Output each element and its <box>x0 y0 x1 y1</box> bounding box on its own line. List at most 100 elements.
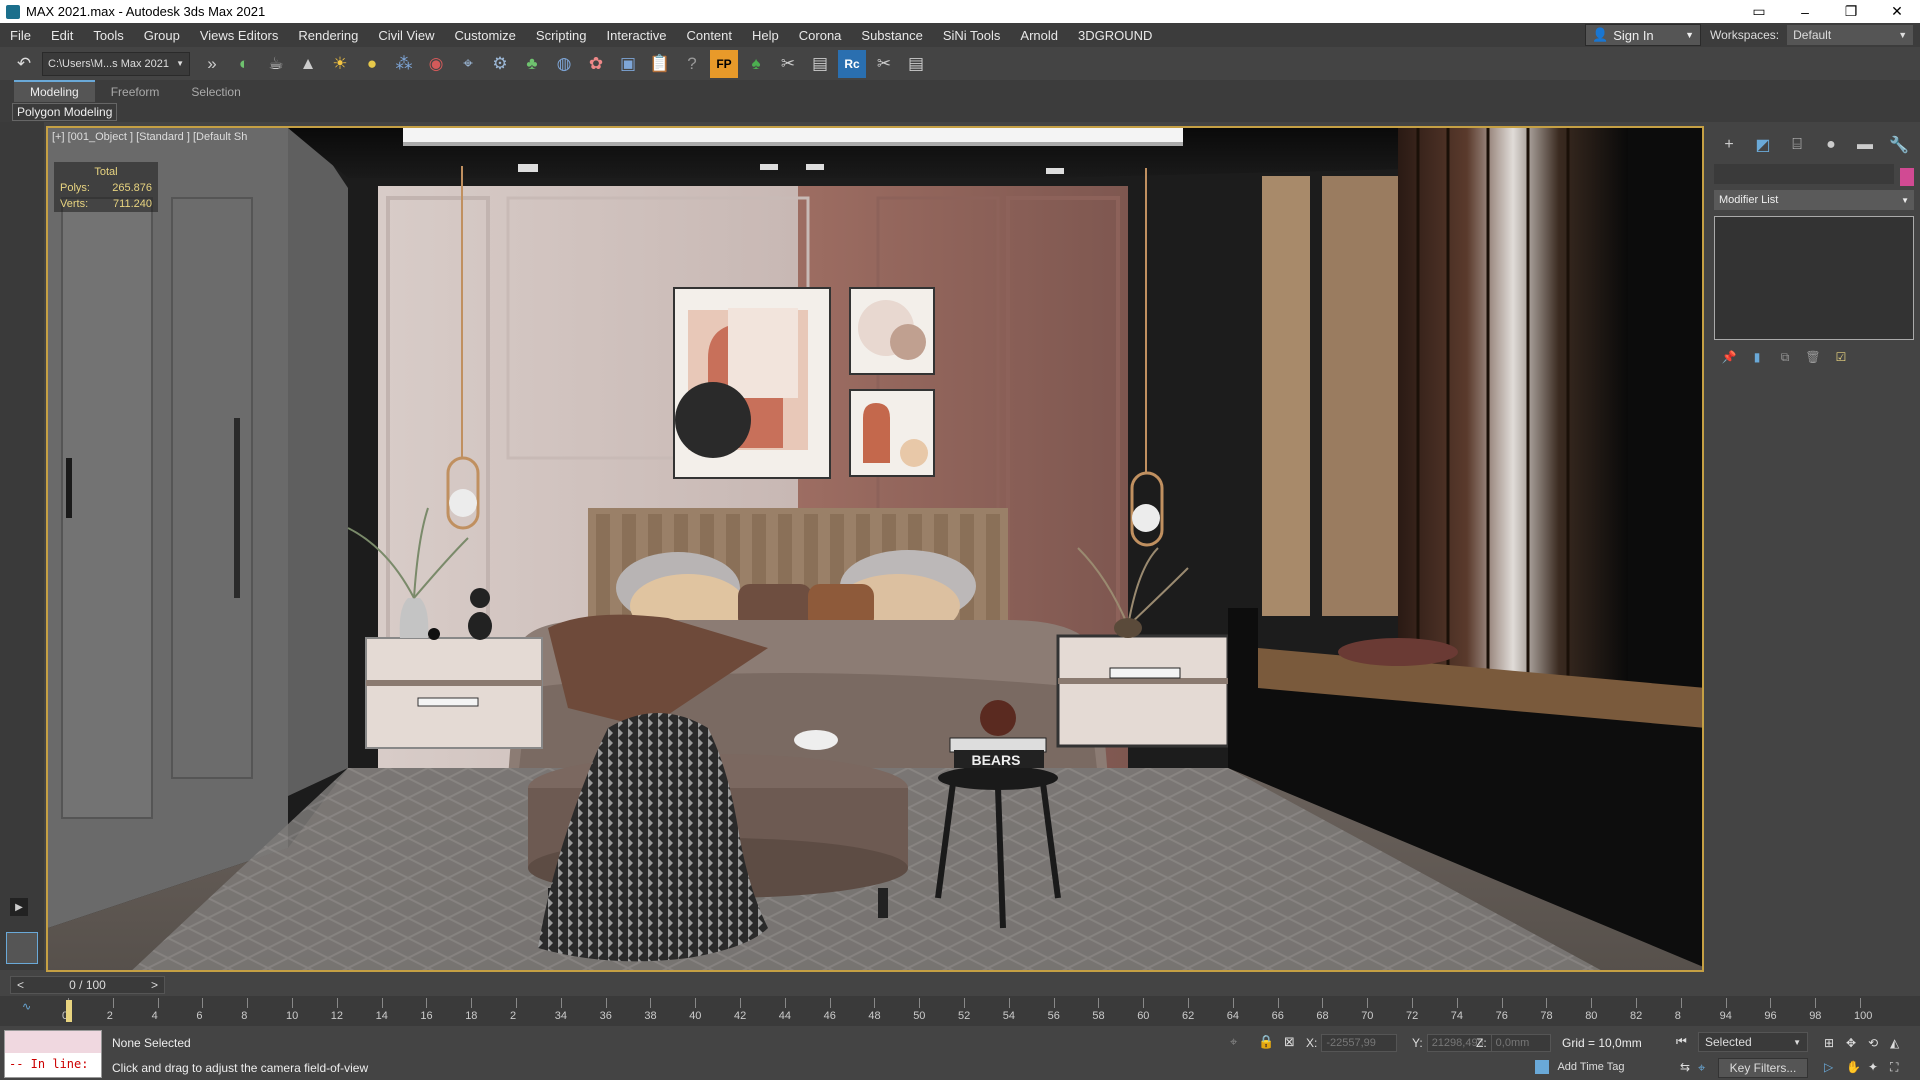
add-time-tag[interactable]: Add Time Tag <box>1535 1060 1625 1074</box>
viewport-label[interactable]: [+] [001_Object ] [Standard ] [Default S… <box>52 131 247 143</box>
palette-icon[interactable]: ✿ <box>582 50 610 78</box>
help-icon[interactable]: ? <box>678 50 706 78</box>
material-icon[interactable]: ◉ <box>422 50 450 78</box>
sphere-light-icon[interactable]: ● <box>358 50 386 78</box>
set-key-icon[interactable]: ⌖ <box>1698 1060 1705 1076</box>
menu-corona[interactable]: Corona <box>789 28 852 43</box>
x-field[interactable]: -22557,99 <box>1321 1034 1398 1052</box>
utilities-icon[interactable]: 🔧 <box>1886 132 1912 158</box>
project-path-dropdown[interactable]: C:\Users\M...s Max 2021 ▼ <box>42 51 190 76</box>
expand-layout-icon[interactable]: ▶ <box>10 898 28 916</box>
prev-frame-button[interactable]: < <box>11 978 30 992</box>
tree-icon[interactable]: ♠ <box>742 50 770 78</box>
timeline-ruler[interactable]: ∿ 02468101214161823436384042444648505254… <box>0 996 1920 1026</box>
modifier-list-dropdown[interactable]: Modifier List ▼ <box>1714 190 1914 210</box>
modifier-stack[interactable] <box>1714 216 1914 340</box>
pan-view-icon[interactable]: ✥ <box>1846 1036 1856 1050</box>
tab-modeling[interactable]: Modeling <box>14 80 95 102</box>
camera-icon[interactable]: ⌖ <box>454 50 482 78</box>
make-unique-icon[interactable]: ⧉ <box>1776 348 1794 366</box>
menu-scripting[interactable]: Scripting <box>526 28 597 43</box>
time-slider[interactable]: < 0 / 100 > <box>10 976 165 994</box>
perspective-viewport[interactable]: BEARS [+] [001_Object ] [Standard ] [Def… <box>46 126 1704 972</box>
menu-customize[interactable]: Customize <box>444 28 525 43</box>
expand-toolbar-icon[interactable]: » <box>198 50 226 78</box>
arc-rotate-icon[interactable]: ✦ <box>1868 1060 1878 1074</box>
maximize-viewport-icon[interactable]: ▷ <box>1824 1060 1833 1074</box>
timeline-tick-label: 76 <box>1495 1010 1508 1022</box>
forest-pack-icon[interactable]: FP <box>710 49 738 78</box>
menu-group[interactable]: Group <box>134 28 190 43</box>
menu-rendering[interactable]: Rendering <box>288 28 368 43</box>
maximize-button[interactable]: ❐ <box>1828 0 1874 23</box>
configure-modifier-sets-icon[interactable]: ☑ <box>1832 348 1850 366</box>
menu-content[interactable]: Content <box>676 28 742 43</box>
motion-icon[interactable]: ● <box>1818 132 1844 158</box>
menu-file[interactable]: File <box>0 28 41 43</box>
menu-views[interactable]: Views Editors <box>190 28 289 43</box>
close-button[interactable]: ✕ <box>1874 0 1920 23</box>
menu-arnold[interactable]: Arnold <box>1010 28 1068 43</box>
rc-tools-icon[interactable]: ✂ <box>870 50 898 78</box>
tools-icon[interactable]: ✂ <box>774 50 802 78</box>
restore-icon[interactable]: ▭ <box>1736 0 1782 23</box>
create-icon[interactable]: + <box>1716 132 1742 158</box>
next-frame-button[interactable]: > <box>145 978 164 992</box>
key-mode-dropdown[interactable]: Selected ▼ <box>1698 1032 1808 1052</box>
tab-selection[interactable]: Selection <box>175 82 256 102</box>
maxscript-input[interactable]: -- In line: <box>5 1053 101 1077</box>
object-color-swatch[interactable] <box>1900 168 1914 186</box>
cone-icon[interactable]: ▲ <box>294 50 322 78</box>
show-end-result-icon[interactable]: ▮ <box>1748 348 1766 366</box>
rc-table-icon[interactable]: ▤ <box>902 50 930 78</box>
display-icon[interactable]: ▬ <box>1852 132 1878 158</box>
tab-freeform[interactable]: Freeform <box>95 82 176 102</box>
curve-editor-icon[interactable]: ∿ <box>22 1000 31 1013</box>
menu-tools[interactable]: Tools <box>83 28 133 43</box>
field-of-view-icon[interactable]: ◭ <box>1890 1036 1899 1050</box>
scatter-icon[interactable]: ⁂ <box>390 50 418 78</box>
undo-icon[interactable]: ↶ <box>10 50 38 78</box>
walk-through-icon[interactable]: ✋ <box>1846 1060 1861 1074</box>
menu-help[interactable]: Help <box>742 28 789 43</box>
plant-icon[interactable]: ♣ <box>518 50 546 78</box>
key-toggle-icon[interactable]: ⇆ <box>1680 1060 1690 1074</box>
viewport-layout-thumb[interactable] <box>6 932 38 964</box>
remove-modifier-icon[interactable]: 🗑 <box>1804 348 1822 366</box>
orbit-icon[interactable]: ⟲ <box>1868 1036 1878 1050</box>
render-setup-icon[interactable]: ◐ <box>230 50 258 78</box>
minimize-button[interactable]: – <box>1782 0 1828 23</box>
lock-selection-icon[interactable]: 🔒 <box>1258 1034 1274 1050</box>
z-field[interactable]: 0,0mm <box>1490 1034 1551 1052</box>
go-to-start-icon[interactable]: ⏮ <box>1676 1034 1687 1049</box>
maxscript-output[interactable] <box>5 1031 101 1053</box>
isolate-selection-icon[interactable]: ⌖ <box>1230 1034 1237 1050</box>
zoom-extents-icon[interactable]: ⊞ <box>1824 1036 1834 1050</box>
time-cursor[interactable] <box>66 1000 72 1022</box>
menu-interactive[interactable]: Interactive <box>596 28 676 43</box>
table-icon[interactable]: ▤ <box>806 50 834 78</box>
polygon-modeling-button[interactable]: Polygon Modeling <box>12 103 118 121</box>
hierarchy-icon[interactable]: ⌸ <box>1784 132 1810 158</box>
settings-gear-icon[interactable]: ⚙ <box>486 50 514 78</box>
menu-3dground[interactable]: 3DGROUND <box>1068 28 1162 43</box>
key-filters-button[interactable]: Key Filters... <box>1718 1058 1808 1078</box>
absolute-mode-icon[interactable]: ⊠ <box>1284 1034 1295 1050</box>
menu-civil-view[interactable]: Civil View <box>368 28 444 43</box>
railclone-icon[interactable]: Rc <box>838 49 866 78</box>
sign-in-button[interactable]: 👤 Sign In ▼ <box>1585 24 1701 46</box>
clipboard-icon[interactable]: 📋 <box>646 50 674 78</box>
maximize-toggle-icon[interactable]: ⛶ <box>1890 1060 1898 1075</box>
menu-edit[interactable]: Edit <box>41 28 83 43</box>
pin-stack-icon[interactable]: 📌 <box>1720 348 1738 366</box>
workspace-dropdown[interactable]: Default ▼ <box>1787 25 1914 45</box>
maxscript-listener[interactable]: -- In line: <box>4 1030 102 1078</box>
globe-icon[interactable]: ◍ <box>550 50 578 78</box>
object-name-field[interactable] <box>1714 164 1894 184</box>
menu-substance[interactable]: Substance <box>851 28 932 43</box>
render-frame-icon[interactable]: ▣ <box>614 50 642 78</box>
menu-sini-tools[interactable]: SiNi Tools <box>933 28 1011 43</box>
sun-icon[interactable]: ☀ <box>326 50 354 78</box>
modify-icon[interactable]: ◩ <box>1750 132 1776 158</box>
teapot-icon[interactable]: ☕ <box>262 50 290 78</box>
